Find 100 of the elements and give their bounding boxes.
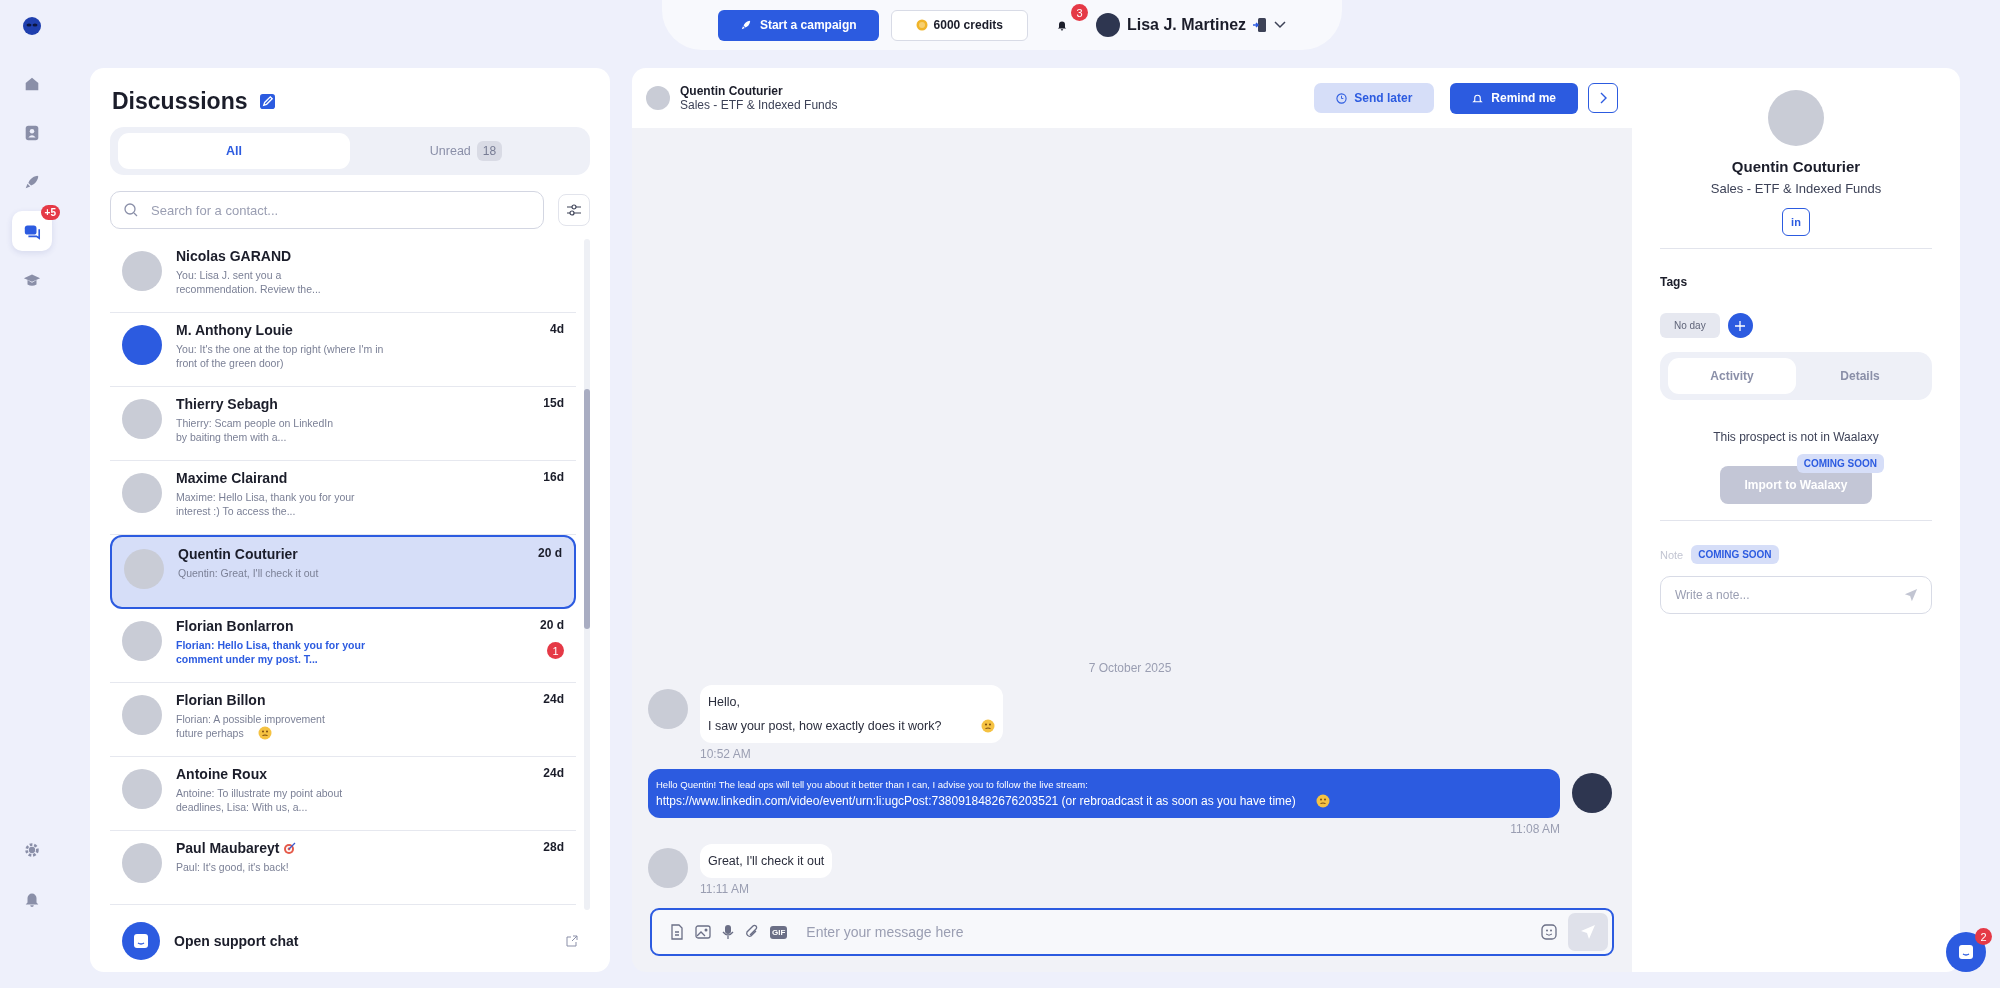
coin-icon [915, 19, 928, 31]
message-preview: Paul: It's good, it's back! [176, 860, 289, 874]
support-chat-label: Open support chat [174, 933, 300, 949]
message-preview: deadlines, Lisa: With us, a... [176, 800, 308, 814]
search-field[interactable]: Search for a contact... [110, 191, 544, 229]
message-time: 15d [543, 396, 564, 410]
add-tag-button[interactable] [1727, 313, 1753, 338]
profile-name: Quentin Couturier [1731, 158, 1861, 175]
conversation-item[interactable]: Florian Billon Florian: A possible improvement future perhaps 24d [110, 683, 576, 757]
message-preview: by baiting them with a... [176, 430, 287, 444]
external-link-icon [566, 935, 578, 947]
message-preview: comment under my post. T... [176, 652, 318, 666]
chevron-down-icon[interactable] [1274, 21, 1287, 29]
contact-name: Florian Bonlarron [176, 618, 294, 634]
date-separator: 7 October 2025 [1088, 661, 1172, 675]
avatar [122, 621, 162, 661]
support-chat-link[interactable]: Open support chat [110, 910, 590, 960]
filter-tab[interactable]: All [118, 133, 350, 169]
contact-name: Quentin Couturier [680, 84, 784, 98]
message-time: 28d [543, 840, 564, 854]
message-preview: front of the green door) [176, 356, 284, 370]
settings-icon[interactable] [23, 841, 41, 859]
start-campaign-button[interactable]: Start a campaign [717, 9, 879, 41]
message-text: I saw your post, how exactly does it work? [708, 719, 942, 733]
chevron-right-icon[interactable] [1588, 83, 1618, 113]
profile-subtitle: Sales - ETF & Indexed Funds [1710, 181, 1882, 196]
message-preview: interest :) To access the... [176, 504, 296, 518]
message-text: https://www.linkedin.com/video/event/urn:li:ugcPost:7380918482676203521 (or rebroadcast it as soon as you have time) [656, 794, 1296, 808]
user-avatar[interactable] [1095, 13, 1120, 37]
message-text: Hello Quentin! The lead ops will tell you about it better than I can, I advise you to follow the live stream: [656, 779, 1089, 790]
message-time: 24d [543, 766, 564, 780]
message-preview: Quentin: Great, I'll check it out [178, 566, 319, 580]
unread-badge: 1 [547, 642, 564, 659]
plus-icon [1735, 320, 1746, 331]
message-time: 4d [550, 322, 564, 336]
conversation-item[interactable]: Antoine Roux Antoine: To illustrate my point about deadlines, Lisa: With us, a... 24d [110, 757, 576, 831]
search-icon [124, 203, 138, 217]
conversation-item[interactable]: M. Anthony Louie You: It's the one at the top right (where I'm in front of the green door) 4d [110, 313, 576, 387]
chat-icon [1958, 944, 1974, 960]
message-preview: You: It's the one at the top right (where I'm in [176, 342, 384, 356]
conversation-item[interactable]: Thierry Sebagh Thierry: Scam people on LinkedIn by baiting them with a... 15d [110, 387, 576, 461]
message-time: 20 d [538, 546, 562, 560]
edit-icon[interactable] [259, 94, 275, 109]
microphone-icon[interactable] [722, 924, 734, 940]
profile-avatar [1768, 90, 1824, 146]
contact-name: Paul Maubareyt [176, 840, 280, 856]
paperclip-icon[interactable] [745, 924, 759, 940]
contact-name: Antoine Roux [176, 766, 267, 782]
scrollbar-thumb[interactable] [584, 389, 590, 629]
message-time: 24d [543, 692, 564, 706]
message-preview: future perhaps [176, 726, 244, 740]
contact-name: Quentin Couturier [178, 546, 298, 562]
message-text: Great, I'll check it out [708, 854, 825, 868]
home-icon[interactable] [23, 75, 41, 93]
gif-button[interactable]: GIF [770, 925, 788, 939]
credits-button[interactable]: 6000 credits [890, 9, 1028, 41]
clock-icon [1336, 92, 1348, 104]
support-chat-icon [122, 922, 160, 960]
phone-icon [1253, 17, 1268, 33]
message-time: 11:11 AM [700, 882, 750, 896]
notification-count: 2 [1975, 928, 1992, 945]
message-preview: Thierry: Scam people on LinkedIn [176, 416, 333, 430]
logo-icon[interactable] [22, 16, 42, 36]
avatar [122, 473, 162, 513]
linkedin-button[interactable]: in [1782, 208, 1810, 236]
avatar [648, 848, 688, 888]
document-icon[interactable] [670, 924, 684, 940]
avatar [1572, 773, 1612, 813]
status-text: This prospect is not in Waalaxy [1712, 430, 1880, 444]
user-name[interactable]: Lisa J. Martinez [1126, 16, 1247, 34]
emoji-icon[interactable] [1541, 924, 1557, 940]
image-icon[interactable] [695, 924, 711, 940]
note-field[interactable]: Write a note... [1660, 576, 1932, 614]
avatar [122, 399, 162, 439]
message-time: 16d [543, 470, 564, 484]
conversation-item[interactable]: Paul Maubareyt Paul: It's good, it's back! 28d [110, 831, 576, 905]
remind-me-button[interactable]: Remind me [1450, 82, 1578, 114]
coming-soon-badge: COMING SOON [1796, 454, 1884, 473]
section-title: Tags [1660, 275, 1689, 289]
note-label: Note [1660, 548, 1684, 561]
conversation-item[interactable]: Nicolas GARAND You: Lisa J. sent you a recommendation. Review the... [110, 239, 576, 313]
filter-button[interactable] [558, 194, 590, 226]
contact-name: Florian Billon [176, 692, 266, 708]
message-text: Hello, [708, 695, 741, 709]
bell-icon [1055, 19, 1068, 31]
avatar [122, 695, 162, 735]
conversation-item[interactable]: Quentin Couturier Quentin: Great, I'll check it out 20 d [110, 535, 576, 609]
message-time: 10:52 AM [700, 747, 752, 761]
bell-icon [1472, 92, 1484, 104]
contact-card-icon[interactable] [23, 124, 41, 142]
tag-chip[interactable]: No day [1660, 313, 1720, 338]
panel-title: Discussions [112, 88, 248, 115]
contact-name: M. Anthony Louie [176, 322, 293, 338]
message-preview: Maxime: Hello Lisa, thank you for your [176, 490, 355, 504]
notification-count: 3 [1070, 4, 1088, 21]
conversation-item[interactable]: Florian Bonlarron Florian: Hello Lisa, thank you for your comment under my post. T... 20 d 1 [110, 609, 576, 683]
send-later-button[interactable]: Send later [1314, 83, 1435, 113]
message-field[interactable]: GIF Enter your message here [650, 908, 1614, 956]
message-preview: You: Lisa J. sent you a [176, 268, 282, 282]
contact-subtitle: Sales - ETF & Indexed Funds [680, 98, 839, 112]
